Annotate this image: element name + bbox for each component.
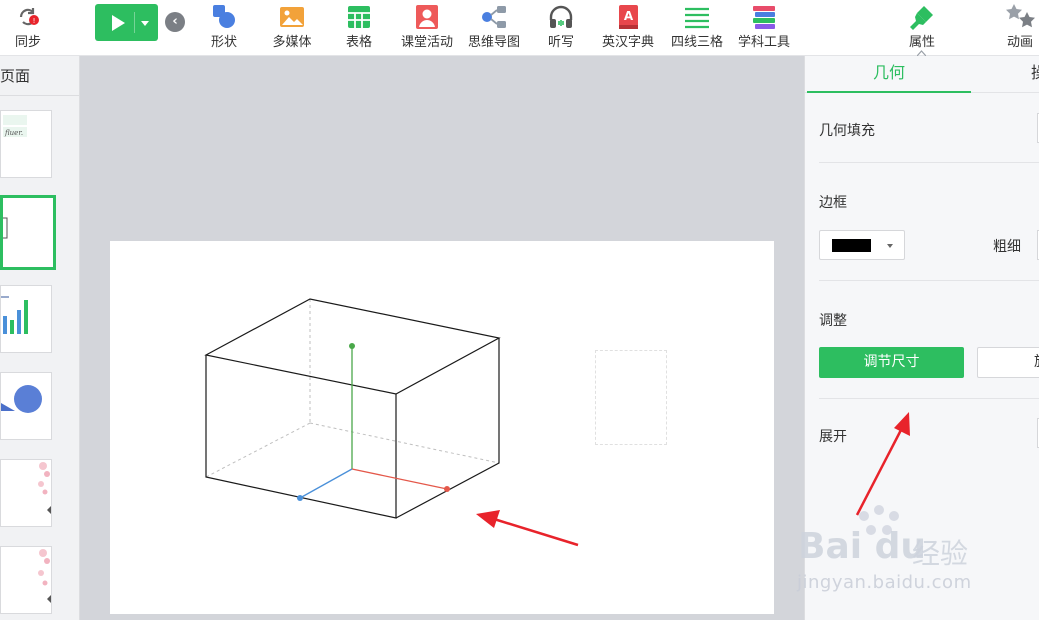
- sync-label: 同步: [14, 35, 41, 50]
- toolbar-subject-tools-label: 学科工具: [737, 35, 790, 50]
- page-thumbnail-6[interactable]: [0, 546, 52, 614]
- shape-icon: [209, 2, 239, 32]
- toolbar-shape[interactable]: 形状: [203, 0, 245, 56]
- toolbar-class-activity[interactable]: 课堂活动: [397, 0, 457, 56]
- page-thumbnail-1[interactable]: fluer.: [0, 110, 52, 178]
- chevron-down-icon: [887, 244, 893, 248]
- top-toolbar: ! 同步 ‹ 形状 多媒体 表格 课堂活动 思维导图 听写 A 英汉字典 四线三…: [0, 0, 1039, 56]
- toolbar-table[interactable]: 表格: [339, 0, 379, 56]
- toolbar-four-lines-label: 四线三格: [670, 35, 723, 50]
- svg-text:A: A: [624, 9, 634, 23]
- toolbar-dictionary[interactable]: A 英汉字典: [598, 0, 658, 56]
- sync-button[interactable]: ! 同步: [8, 0, 48, 56]
- tab-properties[interactable]: 属性: [902, 0, 942, 56]
- toolbar-table-label: 表格: [345, 35, 372, 50]
- stars-icon: [1005, 2, 1035, 32]
- mindmap-icon: [479, 2, 509, 32]
- watermark-cn: 经验: [912, 537, 969, 570]
- border-label: 边框: [819, 195, 847, 211]
- border-color-swatch: [832, 239, 871, 252]
- collapse-toolbar-button[interactable]: ‹: [165, 12, 185, 32]
- resize-button[interactable]: 调节尺寸: [819, 347, 964, 378]
- table-icon: [344, 2, 374, 32]
- thickness-label: 粗细: [993, 239, 1021, 255]
- toolbar-dictionary-label: 英汉字典: [601, 35, 654, 50]
- page-list-panel: 页面 fluer.: [0, 56, 80, 620]
- toolbar-dictation[interactable]: 听写: [543, 0, 579, 56]
- toolbar-mindmap-label: 思维导图: [467, 35, 520, 50]
- expand-label: 展开: [819, 429, 847, 445]
- toolbar-dictation-label: 听写: [547, 35, 574, 50]
- toolbar-class-activity-label: 课堂活动: [400, 35, 453, 50]
- app-window: ! 同步 ‹ 形状 多媒体 表格 课堂活动 思维导图 听写 A 英汉字典 四线三…: [0, 0, 1039, 620]
- toolbar-subject-tools[interactable]: 学科工具: [734, 0, 794, 56]
- toolbar-mindmap[interactable]: 思维导图: [464, 0, 524, 56]
- tab-properties-label: 属性: [908, 35, 935, 50]
- brush-icon: [907, 2, 937, 32]
- toolbar-four-lines[interactable]: 四线三格: [667, 0, 727, 56]
- empty-placeholder[interactable]: [595, 350, 667, 445]
- headphones-icon: [546, 2, 576, 32]
- tab-operation[interactable]: 操: [1031, 56, 1039, 90]
- adjust-label: 调整: [819, 313, 847, 329]
- fill-label: 几何填充: [819, 123, 875, 139]
- editing-canvas[interactable]: [80, 56, 804, 620]
- page-thumbnail-5[interactable]: [0, 459, 52, 527]
- rotate-button[interactable]: 旋转: [977, 347, 1039, 378]
- books-icon: [749, 2, 779, 32]
- slide[interactable]: [110, 241, 774, 614]
- tab-geometry[interactable]: 几何: [807, 56, 971, 93]
- page-list-title: 页面: [0, 67, 31, 85]
- svg-text:!: !: [33, 17, 36, 25]
- watermark-url: jingyan.baidu.com: [797, 572, 972, 593]
- classroom-activity-icon: [412, 2, 442, 32]
- four-lines-icon: [682, 2, 712, 32]
- dictionary-icon: A: [613, 2, 643, 32]
- toolbar-media[interactable]: 多媒体: [267, 0, 317, 56]
- chevron-down-icon[interactable]: [141, 21, 149, 26]
- border-color-select[interactable]: [819, 230, 905, 260]
- page-thumbnail-2[interactable]: [0, 195, 56, 270]
- toolbar-shape-label: 形状: [210, 35, 237, 50]
- image-icon: [277, 2, 307, 32]
- cuboid-shape[interactable]: [110, 241, 774, 614]
- property-tabs: 几何 操: [805, 56, 1039, 93]
- sync-icon: !: [13, 2, 43, 32]
- thumb-text: fluer.: [4, 129, 23, 137]
- page-thumbnail-3[interactable]: [0, 285, 52, 353]
- play-button[interactable]: [95, 4, 158, 41]
- x-axis-handle[interactable]: [351, 468, 448, 490]
- watermark-logo: Bai du: [798, 526, 927, 567]
- tab-animation-label: 动画: [1006, 35, 1033, 50]
- toolbar-media-label: 多媒体: [272, 35, 312, 50]
- play-icon: [112, 15, 125, 31]
- page-thumbnail-4[interactable]: [0, 372, 52, 440]
- tab-animation[interactable]: 动画: [1000, 0, 1039, 56]
- z-axis-handle[interactable]: [299, 468, 353, 499]
